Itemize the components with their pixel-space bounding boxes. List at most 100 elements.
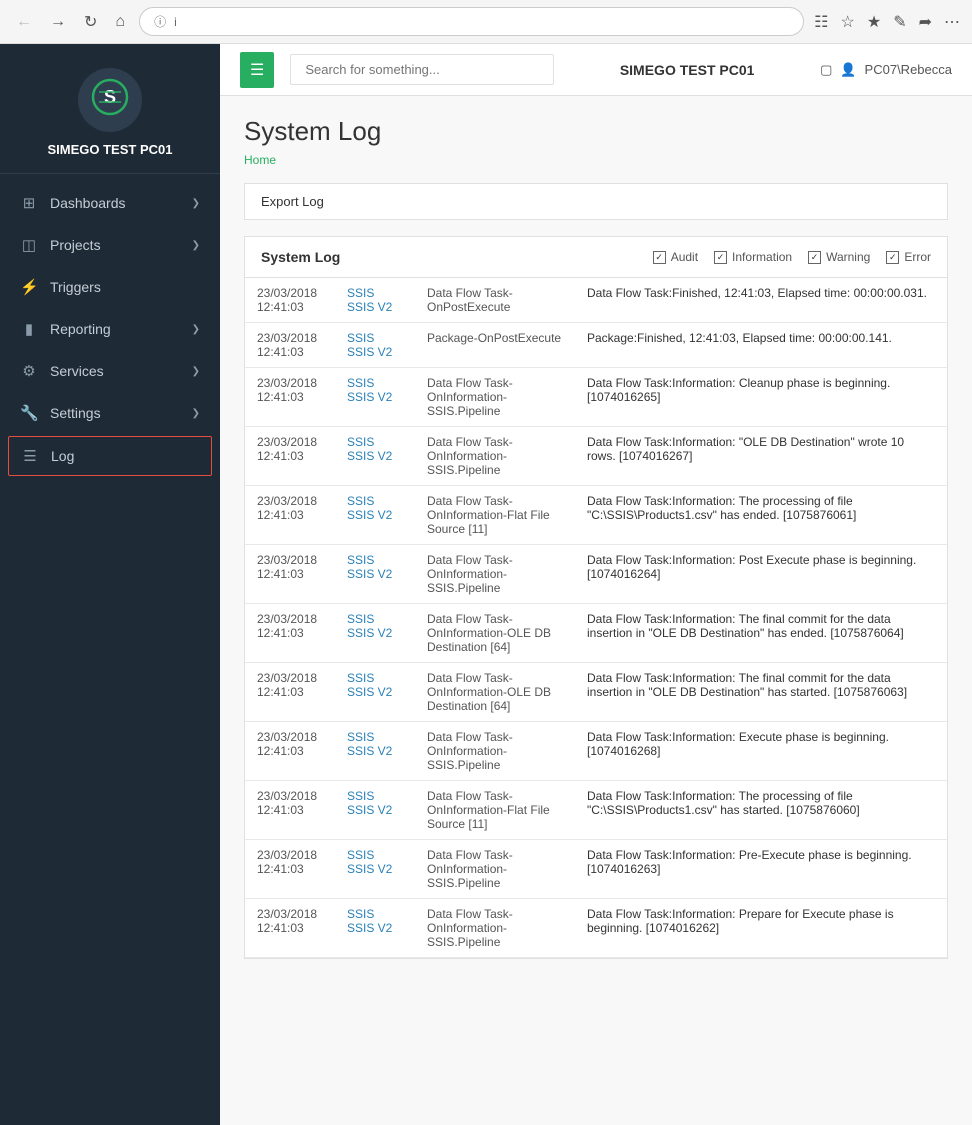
sidebar-logo: S SIMEGO TEST PC01 xyxy=(0,44,220,174)
sidebar-item-label: Log xyxy=(51,448,74,464)
log-datetime: 23/03/201812:41:03 xyxy=(245,323,335,368)
log-datetime: 23/03/201812:41:03 xyxy=(245,486,335,545)
chevron-right-icon: ❯ xyxy=(192,324,200,335)
log-task: Data Flow Task-OnInformation-OLE DB Dest… xyxy=(415,604,575,663)
chevron-right-icon: ❯ xyxy=(192,366,200,377)
filter-warning[interactable]: ✓ Warning xyxy=(808,250,870,264)
log-datetime: 23/03/201812:41:03 xyxy=(245,722,335,781)
audit-checkbox[interactable]: ✓ xyxy=(653,251,666,264)
filter-error[interactable]: ✓ Error xyxy=(886,250,931,264)
sidebar-item-triggers[interactable]: ⚡ Triggers xyxy=(0,266,220,308)
share-icon[interactable]: ➦ xyxy=(919,12,932,32)
log-source: SSISSSIS V2 xyxy=(335,486,415,545)
log-source: SSISSSIS V2 xyxy=(335,368,415,427)
sidebar-nav: ⊞ Dashboards ❯ ◫ Projects ❯ ⚡ Triggers ▮… xyxy=(0,174,220,1125)
audit-label: Audit xyxy=(671,250,698,264)
bookmark-icon[interactable]: ☆ xyxy=(841,12,855,32)
address-bar[interactable]: ⓘ i xyxy=(139,7,804,36)
forward-button[interactable]: → xyxy=(46,9,70,35)
sidebar-item-label: Projects xyxy=(50,237,101,253)
log-task: Package-OnPostExecute xyxy=(415,323,575,368)
log-table-container[interactable]: 23/03/201812:41:03 SSISSSIS V2 Data Flow… xyxy=(245,278,947,958)
export-log-button[interactable]: Export Log xyxy=(261,194,324,209)
log-task: Data Flow Task-OnInformation-SSIS.Pipeli… xyxy=(415,545,575,604)
sidebar: S SIMEGO TEST PC01 ⊞ Dashboards ❯ ◫ Proj… xyxy=(0,44,220,1125)
log-message: Data Flow Task:Finished, 12:41:03, Elaps… xyxy=(575,278,947,323)
log-source: SSISSSIS V2 xyxy=(335,323,415,368)
sidebar-item-log[interactable]: ☰ Log xyxy=(8,436,212,476)
sidebar-item-projects[interactable]: ◫ Projects ❯ xyxy=(0,224,220,266)
sidebar-item-reporting[interactable]: ▮ Reporting ❯ xyxy=(0,308,220,350)
log-datetime: 23/03/201812:41:03 xyxy=(245,840,335,899)
server-label: SIMEGO TEST PC01 xyxy=(570,62,804,78)
log-datetime: 23/03/201812:41:03 xyxy=(245,604,335,663)
address-text: i xyxy=(174,15,177,29)
username: PC07\Rebecca xyxy=(865,62,952,77)
error-checkbox[interactable]: ✓ xyxy=(886,251,899,264)
log-source: SSISSSIS V2 xyxy=(335,722,415,781)
information-checkbox[interactable]: ✓ xyxy=(714,251,727,264)
menu-button[interactable]: ☰ xyxy=(240,52,274,88)
home-button[interactable]: ⌂ xyxy=(111,9,129,35)
logo-icon: S xyxy=(91,78,129,123)
settings-icon: 🔧 xyxy=(20,404,38,422)
services-icon: ⚙ xyxy=(20,362,38,380)
table-row: 23/03/201812:41:03 SSISSSIS V2 Data Flow… xyxy=(245,278,947,323)
table-row: 23/03/201812:41:03 SSISSSIS V2 Data Flow… xyxy=(245,427,947,486)
log-datetime: 23/03/201812:41:03 xyxy=(245,278,335,323)
log-task: Data Flow Task-OnInformation-Flat File S… xyxy=(415,486,575,545)
filter-audit[interactable]: ✓ Audit xyxy=(653,250,698,264)
app-container: S SIMEGO TEST PC01 ⊞ Dashboards ❯ ◫ Proj… xyxy=(0,44,972,1125)
table-row: 23/03/201812:41:03 SSISSSIS V2 Data Flow… xyxy=(245,663,947,722)
log-task: Data Flow Task-OnInformation-SSIS.Pipeli… xyxy=(415,368,575,427)
filter-information[interactable]: ✓ Information xyxy=(714,250,792,264)
log-message: Data Flow Task:Information: The processi… xyxy=(575,486,947,545)
page-content: System Log Home Export Log System Log ✓ … xyxy=(220,96,972,1125)
table-row: 23/03/201812:41:03 SSISSSIS V2 Data Flow… xyxy=(245,840,947,899)
breadcrumb[interactable]: Home xyxy=(244,153,948,167)
main-content: ☰ SIMEGO TEST PC01 ▢ 👤 PC07\Rebecca Syst… xyxy=(220,44,972,1125)
log-source: SSISSSIS V2 xyxy=(335,899,415,958)
user-icon: 👤 xyxy=(840,62,856,78)
search-input[interactable] xyxy=(290,54,554,85)
log-panel-title: System Log xyxy=(261,249,340,265)
reload-button[interactable]: ↻ xyxy=(80,8,101,36)
sidebar-item-label: Dashboards xyxy=(50,195,126,211)
sidebar-server-title: SIMEGO TEST PC01 xyxy=(48,142,173,157)
log-filters: ✓ Audit ✓ Information ✓ Warning ✓ xyxy=(653,250,931,264)
sidebar-item-label: Services xyxy=(50,363,104,379)
log-message: Data Flow Task:Information: Prepare for … xyxy=(575,899,947,958)
user-info: ▢ 👤 PC07\Rebecca xyxy=(820,62,952,78)
back-button[interactable]: ← xyxy=(12,9,36,35)
table-row: 23/03/201812:41:03 SSISSSIS V2 Data Flow… xyxy=(245,486,947,545)
reporting-icon: ▮ xyxy=(20,320,38,338)
collections-icon[interactable]: ★ xyxy=(867,12,881,32)
warning-checkbox[interactable]: ✓ xyxy=(808,251,821,264)
log-datetime: 23/03/201812:41:03 xyxy=(245,368,335,427)
sidebar-item-dashboards[interactable]: ⊞ Dashboards ❯ xyxy=(0,182,220,224)
log-source: SSISSSIS V2 xyxy=(335,781,415,840)
table-row: 23/03/201812:41:03 SSISSSIS V2 Data Flow… xyxy=(245,722,947,781)
log-task: Data Flow Task-OnPostExecute xyxy=(415,278,575,323)
chevron-right-icon: ❯ xyxy=(192,408,200,419)
log-source: SSISSSIS V2 xyxy=(335,545,415,604)
sidebar-item-label: Settings xyxy=(50,405,101,421)
log-source: SSISSSIS V2 xyxy=(335,427,415,486)
reader-icon[interactable]: ☷ xyxy=(814,12,828,32)
sidebar-item-services[interactable]: ⚙ Services ❯ xyxy=(0,350,220,392)
log-task: Data Flow Task-OnInformation-SSIS.Pipeli… xyxy=(415,722,575,781)
log-message: Data Flow Task:Information: Cleanup phas… xyxy=(575,368,947,427)
dashboards-icon: ⊞ xyxy=(20,194,38,212)
pen-icon[interactable]: ✎ xyxy=(893,12,906,32)
log-panel: System Log ✓ Audit ✓ Information ✓ Warni xyxy=(244,236,948,959)
log-datetime: 23/03/201812:41:03 xyxy=(245,545,335,604)
log-datetime: 23/03/201812:41:03 xyxy=(245,427,335,486)
table-row: 23/03/201812:41:03 SSISSSIS V2 Data Flow… xyxy=(245,368,947,427)
more-icon[interactable]: ⋯ xyxy=(944,12,960,32)
sidebar-item-settings[interactable]: 🔧 Settings ❯ xyxy=(0,392,220,434)
chevron-right-icon: ❯ xyxy=(192,198,200,209)
log-message: Data Flow Task:Information: Post Execute… xyxy=(575,545,947,604)
table-row: 23/03/201812:41:03 SSISSSIS V2 Data Flow… xyxy=(245,899,947,958)
log-icon: ☰ xyxy=(21,447,39,465)
chevron-right-icon: ❯ xyxy=(192,240,200,251)
